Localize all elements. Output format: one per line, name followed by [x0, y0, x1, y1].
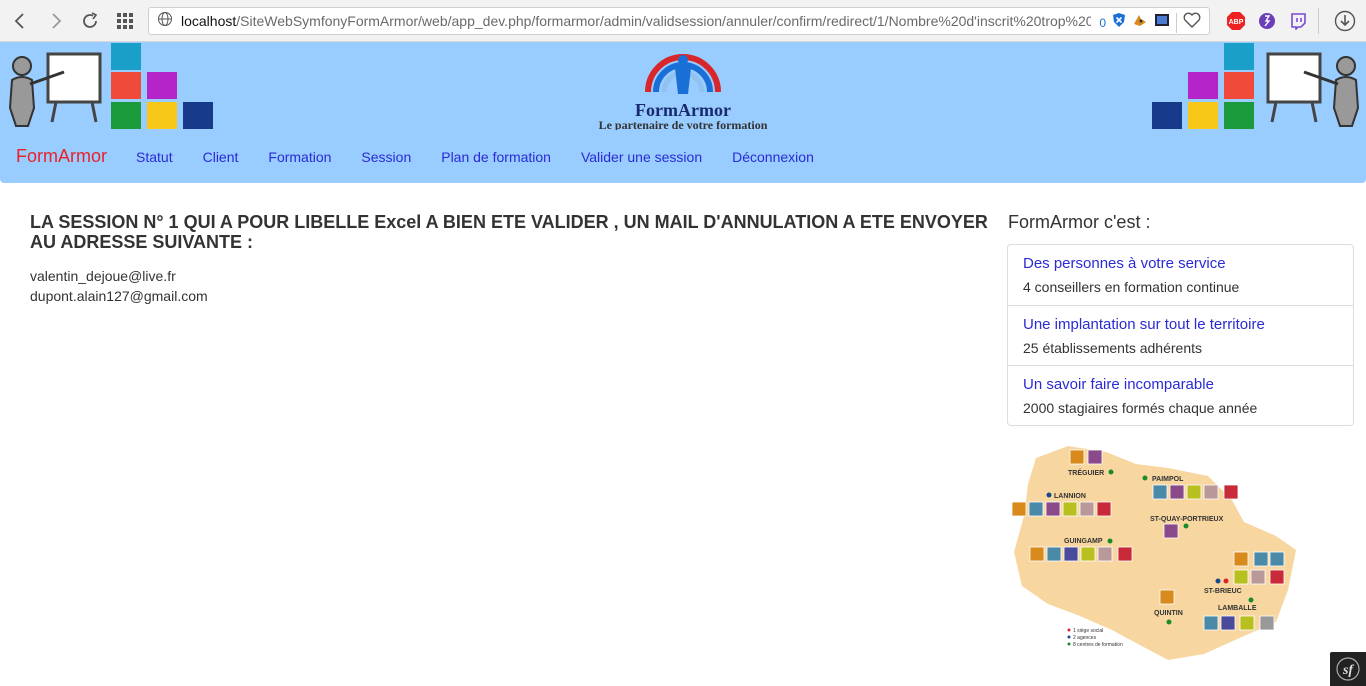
shield-x-icon[interactable]	[1112, 12, 1126, 33]
list-item-heading: Des personnes à votre service	[1023, 255, 1226, 272]
list-item: Un savoir faire incomparable 2000 stagia…	[1008, 365, 1353, 425]
picture-icon[interactable]	[1154, 12, 1170, 33]
map-town: ST-QUAY-PORTRIEUX	[1150, 516, 1224, 523]
logo-emblem-icon	[645, 54, 721, 94]
url-path: /SiteWebSymfonyFormArmor/web/app_dev.php…	[236, 13, 1091, 29]
symfony-icon: sf	[1336, 657, 1360, 681]
nav-item-plan-de-formation[interactable]: Plan de formation	[426, 149, 566, 165]
color-block	[111, 43, 141, 70]
map-town: LAMBALLE	[1218, 605, 1257, 612]
svg-text:ABP: ABP	[1229, 19, 1244, 26]
browser-toolbar: localhost/SiteWebSymfonyFormArmor/web/ap…	[0, 0, 1366, 42]
list-item-text: 2000 stagiaires formés chaque année	[1023, 400, 1258, 416]
map-town: PAIMPOL	[1152, 476, 1184, 483]
main-navbar: FormArmor Statut Client Formation Sessio…	[0, 130, 1366, 183]
map-town: GUINGAMP	[1064, 538, 1103, 545]
region-map: TRÉGUIER PAIMPOL LANNION ST-QUAY-PORTRIE…	[1008, 440, 1298, 664]
nav-item-session[interactable]: Session	[346, 149, 426, 165]
color-block	[1152, 102, 1182, 129]
twitch-icon[interactable]	[1286, 9, 1310, 33]
email-item: valentin_dejoue@live.fr	[30, 268, 176, 284]
reload-icon[interactable]	[72, 3, 108, 39]
email-list: valentin_dejoue@live.fr dupont.alain127@…	[30, 266, 990, 306]
site-banner: FormArmor Le partenaire de votre formati…	[0, 42, 1366, 132]
navbar-brand[interactable]: FormArmor	[16, 146, 107, 167]
map-town: LANNION	[1054, 493, 1086, 500]
svg-text:sf: sf	[1342, 663, 1354, 678]
nav-item-deconnexion[interactable]: Déconnexion	[717, 149, 829, 165]
url-text: localhost/SiteWebSymfonyFormArmor/web/ap…	[181, 13, 1091, 29]
color-block	[147, 72, 177, 99]
url-count: 0	[1099, 15, 1106, 30]
formarmor-logo: FormArmor Le partenaire de votre formati…	[578, 46, 788, 132]
url-host: localhost	[181, 13, 237, 29]
color-block	[183, 102, 213, 129]
list-item: Des personnes à votre service 4 conseill…	[1008, 245, 1353, 305]
nav-item-statut[interactable]: Statut	[121, 149, 188, 165]
color-block	[1224, 43, 1254, 70]
extension-purple-icon[interactable]	[1255, 9, 1279, 33]
list-item-text: 4 conseillers en formation continue	[1023, 279, 1240, 295]
apps-grid-icon[interactable]	[107, 3, 143, 39]
map-town: QUINTIN	[1154, 610, 1183, 617]
download-icon[interactable]	[1333, 9, 1357, 33]
sidebar: FormArmor c'est : Des personnes à votre …	[1007, 212, 1354, 426]
map-legend-item: 8 centres de formation	[1073, 642, 1123, 648]
extension-fox-icon[interactable]	[1132, 12, 1148, 33]
color-block	[1188, 102, 1218, 129]
nav-item-client[interactable]: Client	[188, 149, 254, 165]
symfony-toolbar-toggle[interactable]: sf	[1330, 652, 1366, 686]
map-town: ST-BRIEUC	[1204, 588, 1242, 595]
sidebar-list: Des personnes à votre service 4 conseill…	[1007, 244, 1354, 426]
map-legend-item: 2 agences	[1073, 635, 1097, 641]
favorite-heart-icon[interactable]	[1183, 12, 1201, 33]
main-content: LA SESSION N° 1 QUI A POUR LIBELLE Excel…	[30, 212, 990, 306]
color-block	[147, 102, 177, 129]
color-block	[1224, 72, 1254, 99]
color-block	[1188, 72, 1218, 99]
color-block	[111, 102, 141, 129]
nav-item-formation[interactable]: Formation	[253, 149, 346, 165]
presenter-illustration-right	[1262, 48, 1362, 128]
list-item-text: 25 établissements adhérents	[1023, 340, 1202, 356]
map-town: TRÉGUIER	[1068, 468, 1104, 477]
list-item-heading: Une implantation sur tout le territoire	[1023, 316, 1265, 333]
list-item: Une implantation sur tout le territoire …	[1008, 305, 1353, 365]
map-legend-item: 1 siège social	[1073, 628, 1103, 634]
color-block	[1224, 102, 1254, 129]
color-block	[111, 72, 141, 99]
address-bar[interactable]: localhost/SiteWebSymfonyFormArmor/web/ap…	[148, 7, 1210, 35]
list-item-heading: Un savoir faire incomparable	[1023, 376, 1214, 393]
globe-icon	[157, 11, 173, 32]
email-item: dupont.alain127@gmail.com	[30, 288, 208, 304]
confirmation-message: LA SESSION N° 1 QUI A POUR LIBELLE Excel…	[30, 212, 988, 252]
adblock-icon[interactable]: ABP	[1224, 9, 1248, 33]
forward-icon[interactable]	[38, 3, 74, 39]
nav-item-valider-une-session[interactable]: Valider une session	[566, 149, 717, 165]
back-icon[interactable]	[2, 3, 38, 39]
presenter-illustration-left	[6, 48, 106, 128]
sidebar-title: FormArmor c'est :	[1008, 212, 1151, 232]
